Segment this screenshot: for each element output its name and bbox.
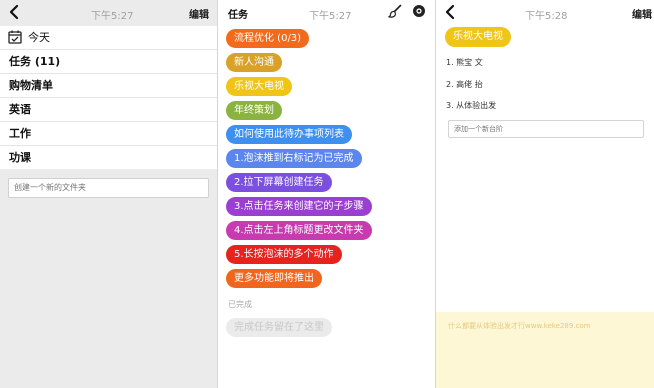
task-bubble[interactable]: 流程优化 (0/3) xyxy=(226,29,310,48)
subtask-item[interactable]: 1. 熊宝 文 xyxy=(446,57,483,68)
folder-item-work[interactable]: 工作 xyxy=(0,122,217,146)
folders-panel: 下午5:27 编辑 今天 任务 (11) 购物清单 英语 工作 功课 xyxy=(0,0,218,388)
tasks-panel: 任务 下午5:27 流程优化 (0/3) 新人沟通 乐视大电视 年终策划 如何使… xyxy=(218,0,436,388)
folder-label: 今天 xyxy=(28,31,50,44)
folder-label: 工作 xyxy=(9,127,31,140)
brush-icon[interactable] xyxy=(388,4,402,18)
footer-note-area: 什么都要从体验出发才行www.keke289.com xyxy=(436,312,654,388)
folder-label: 购物清单 xyxy=(9,79,53,92)
subtask-item[interactable]: 3. 从体验出发 xyxy=(446,100,496,111)
task-bubble[interactable]: 年终策划 xyxy=(226,101,282,120)
task-bubble[interactable]: 乐视大电视 xyxy=(226,77,292,96)
footer-text: 什么都要从体验出发才行www.keke289.com xyxy=(448,322,591,330)
calendar-check-icon xyxy=(8,30,22,44)
status-time: 下午5:27 xyxy=(309,11,352,22)
new-folder-area xyxy=(0,169,217,208)
subtask-item[interactable]: 2. 高佬 抬 xyxy=(446,79,483,90)
folder-item-today[interactable]: 今天 xyxy=(0,26,217,50)
folder-item-tasks[interactable]: 任务 (11) xyxy=(0,50,217,74)
folder-item-english[interactable]: 英语 xyxy=(0,98,217,122)
task-bubble[interactable]: 如何使用此待办事项列表 xyxy=(226,125,352,144)
task-bubble[interactable]: 5.长按泡沫的多个动作 xyxy=(226,245,342,264)
folder-label: 任务 (11) xyxy=(9,55,61,68)
new-folder-input[interactable] xyxy=(8,177,209,198)
gear-icon[interactable] xyxy=(412,4,426,18)
task-bubble[interactable]: 更多功能即将推出 xyxy=(226,269,322,288)
completed-section-label: 已完成 xyxy=(228,300,252,309)
folder-item-shopping[interactable]: 购物清单 xyxy=(0,74,217,98)
status-time: 下午5:27 xyxy=(91,11,134,22)
status-time: 下午5:28 xyxy=(525,11,568,22)
add-subtask-input[interactable] xyxy=(448,120,644,138)
folder-item-homework[interactable]: 功课 xyxy=(0,146,217,170)
task-bubble[interactable]: 3.点击任务来创建它的子步骤 xyxy=(226,197,372,216)
folder-list: 今天 任务 (11) 购物清单 英语 工作 功课 xyxy=(0,26,217,170)
task-bubble[interactable]: 新人沟通 xyxy=(226,53,282,72)
folder-label: 英语 xyxy=(9,103,31,116)
folder-label: 功课 xyxy=(9,151,31,164)
folder-title[interactable]: 任务 xyxy=(228,6,248,21)
task-bubble[interactable]: 2.拉下屏幕创建任务 xyxy=(226,173,332,192)
edit-button[interactable]: 编辑 xyxy=(189,6,209,21)
back-arrow-icon[interactable] xyxy=(444,4,458,20)
task-bubble[interactable]: 1.泡沫推到右标记为已完成 xyxy=(226,149,362,168)
edit-button[interactable]: 编辑 xyxy=(632,6,652,21)
completed-task-bubble[interactable]: 完成任务留在了这里 xyxy=(226,318,332,337)
task-title-bubble[interactable]: 乐视大电视 xyxy=(445,27,511,47)
task-bubble[interactable]: 4.点击左上角标题更改文件夹 xyxy=(226,221,372,240)
task-detail-panel: 下午5:28 编辑 乐视大电视 1. 熊宝 文 2. 高佬 抬 3. 从体验出发… xyxy=(436,0,654,388)
back-arrow-icon[interactable] xyxy=(8,4,22,20)
